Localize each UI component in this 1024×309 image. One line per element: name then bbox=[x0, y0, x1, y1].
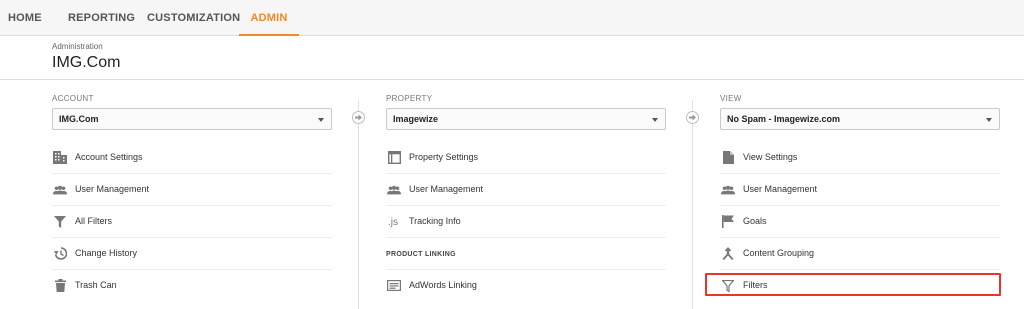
account-select[interactable]: IMG.Com bbox=[52, 108, 332, 130]
history-icon bbox=[53, 247, 67, 260]
view-label: VIEW bbox=[720, 94, 742, 103]
svg-text:.js: .js bbox=[388, 217, 398, 228]
content-grouping-label: Content Grouping bbox=[743, 248, 815, 258]
view-user-management-label: User Management bbox=[743, 184, 818, 194]
tab-home[interactable]: HOME bbox=[8, 0, 42, 36]
tracking-info-label: Tracking Info bbox=[409, 216, 461, 226]
all-filters-link[interactable]: All Filters bbox=[52, 206, 332, 238]
property-user-management-label: User Management bbox=[409, 184, 484, 194]
view-settings-link[interactable]: View Settings bbox=[720, 142, 1000, 174]
view-select-value: No Spam - Imagewize.com bbox=[727, 114, 841, 124]
window-icon bbox=[387, 151, 401, 164]
trash-can-label: Trash Can bbox=[75, 280, 117, 290]
view-filters-link[interactable]: Filters bbox=[720, 270, 1000, 302]
view-filters-label: Filters bbox=[743, 280, 768, 290]
view-user-management-link[interactable]: User Management bbox=[720, 174, 1000, 206]
breadcrumb: Administration bbox=[52, 42, 103, 51]
tab-reporting[interactable]: REPORTING bbox=[68, 0, 135, 36]
account-label: ACCOUNT bbox=[52, 94, 94, 103]
product-linking-heading: PRODUCT LINKING bbox=[386, 238, 666, 270]
property-settings-link[interactable]: Property Settings bbox=[386, 142, 666, 174]
property-settings-label: Property Settings bbox=[409, 152, 479, 162]
flag-icon bbox=[721, 215, 735, 228]
property-user-management-link[interactable]: User Management bbox=[386, 174, 666, 206]
adwords-linking-label: AdWords Linking bbox=[409, 280, 477, 290]
property-select[interactable]: Imagewize bbox=[386, 108, 666, 130]
tab-admin[interactable]: ADMIN bbox=[239, 0, 299, 36]
page-title: IMG.Com bbox=[52, 54, 121, 71]
arrow-right-icon bbox=[686, 111, 699, 124]
filter-icon bbox=[721, 279, 735, 292]
all-filters-label: All Filters bbox=[75, 216, 113, 226]
users-icon bbox=[387, 183, 401, 196]
tracking-info-link[interactable]: .js Tracking Info bbox=[386, 206, 666, 238]
js-icon: .js bbox=[387, 215, 401, 228]
caret-down-icon bbox=[318, 118, 324, 122]
view-settings-label: View Settings bbox=[743, 152, 798, 162]
adwords-icon bbox=[387, 279, 401, 292]
account-settings-label: Account Settings bbox=[75, 152, 143, 162]
change-history-link[interactable]: Change History bbox=[52, 238, 332, 270]
account-user-management-label: User Management bbox=[75, 184, 150, 194]
caret-down-icon bbox=[986, 118, 992, 122]
account-user-management-link[interactable]: User Management bbox=[52, 174, 332, 206]
adwords-linking-link[interactable]: AdWords Linking bbox=[386, 270, 666, 302]
goals-link[interactable]: Goals bbox=[720, 206, 1000, 238]
content-grouping-link[interactable]: Content Grouping bbox=[720, 238, 1000, 270]
view-select[interactable]: No Spam - Imagewize.com bbox=[720, 108, 1000, 130]
view-column: VIEW No Spam - Imagewize.com View Settin… bbox=[720, 94, 1000, 302]
caret-down-icon bbox=[652, 118, 658, 122]
trash-icon bbox=[53, 279, 67, 292]
users-icon bbox=[53, 183, 67, 196]
goals-label: Goals bbox=[743, 216, 767, 226]
property-select-value: Imagewize bbox=[393, 114, 439, 124]
property-column: PROPERTY Imagewize Property Settings Use… bbox=[386, 94, 666, 302]
page-header: Administration IMG.Com bbox=[0, 36, 1024, 80]
filter-icon bbox=[53, 215, 67, 228]
top-navigation: HOME REPORTING CUSTOMIZATION ADMIN bbox=[0, 0, 1024, 36]
trash-can-link[interactable]: Trash Can bbox=[52, 270, 332, 302]
document-icon bbox=[721, 151, 735, 164]
users-icon bbox=[721, 183, 735, 196]
column-divider bbox=[692, 100, 693, 309]
building-icon bbox=[53, 151, 67, 164]
change-history-label: Change History bbox=[75, 248, 138, 258]
account-column: ACCOUNT IMG.Com Account Settings User Ma… bbox=[52, 94, 332, 302]
column-divider bbox=[358, 100, 359, 309]
arrow-right-icon bbox=[352, 111, 365, 124]
grouping-icon bbox=[721, 247, 735, 260]
account-select-value: IMG.Com bbox=[59, 114, 99, 124]
property-label: PROPERTY bbox=[386, 94, 433, 103]
tab-customization[interactable]: CUSTOMIZATION bbox=[147, 0, 240, 36]
account-settings-link[interactable]: Account Settings bbox=[52, 142, 332, 174]
